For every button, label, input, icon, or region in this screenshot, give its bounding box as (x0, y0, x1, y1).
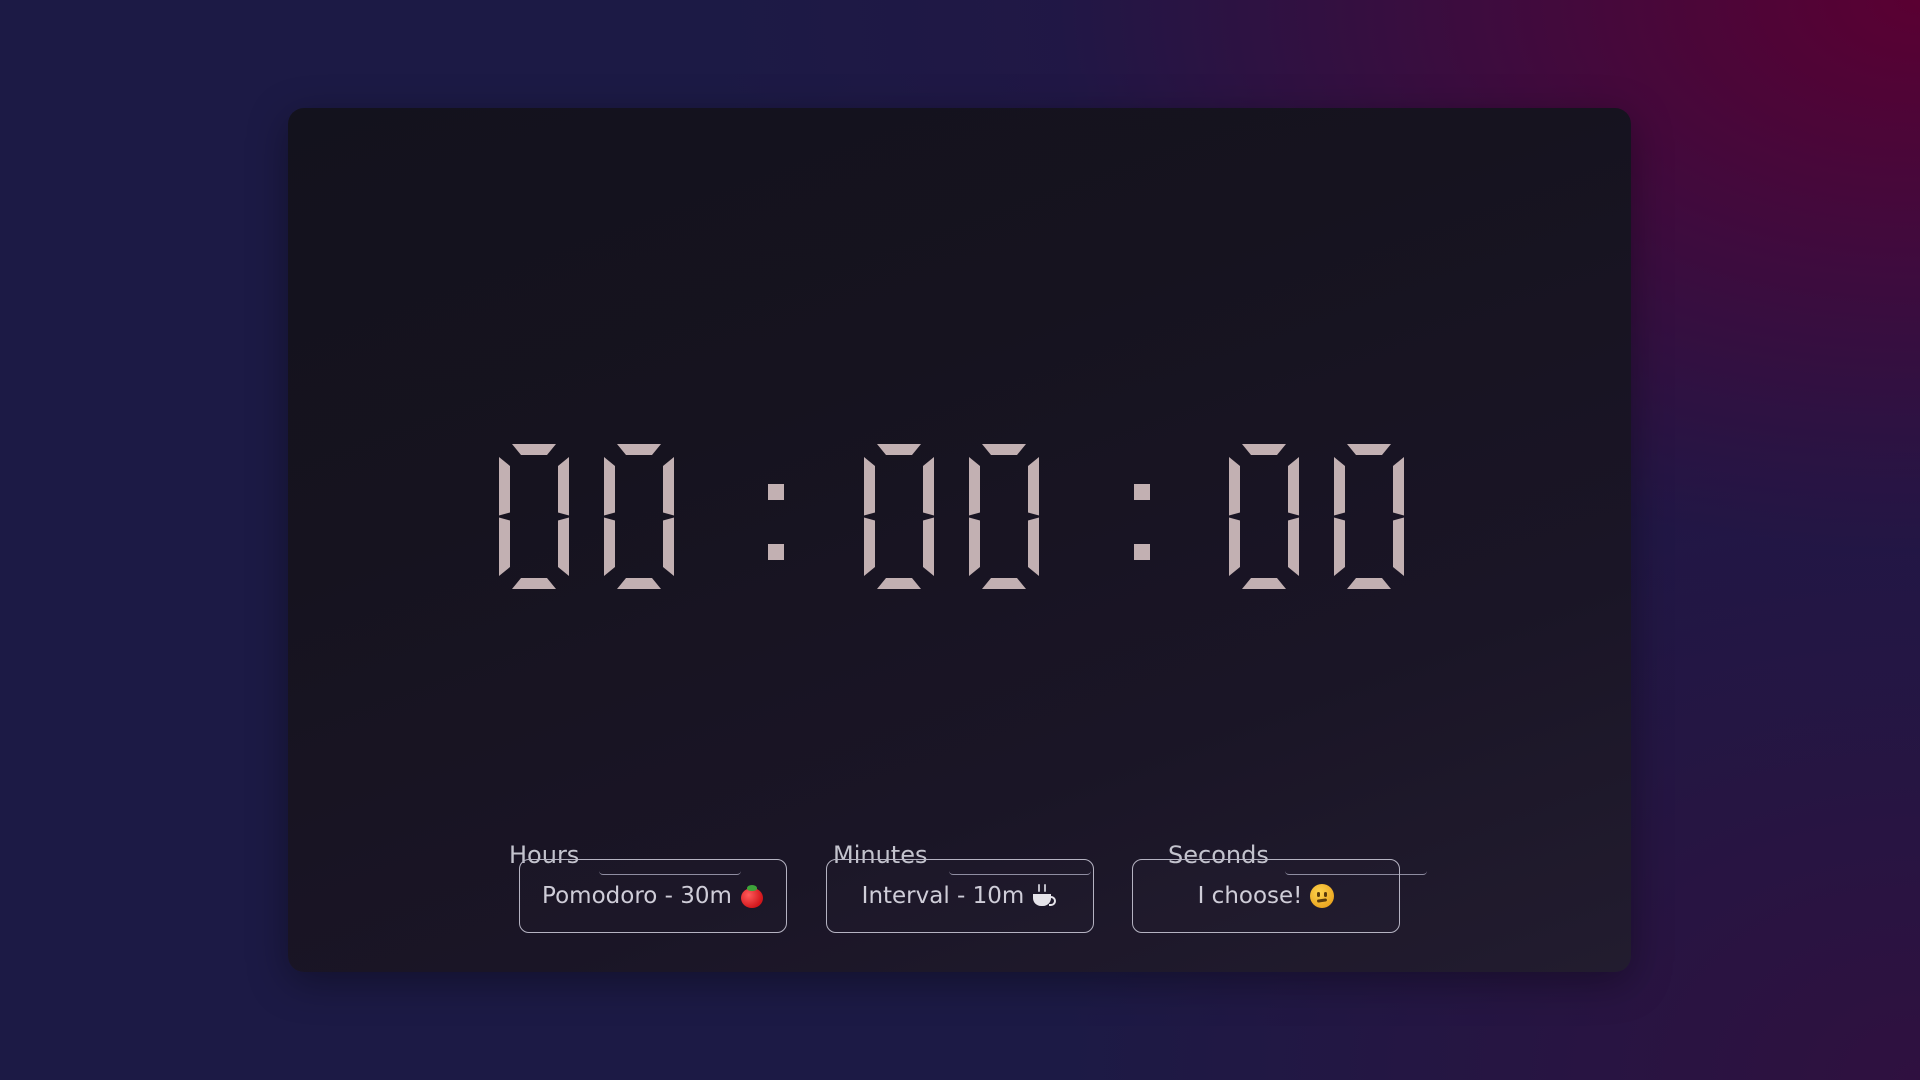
coffee-icon (1032, 884, 1058, 908)
digit-segment-f (604, 457, 615, 516)
clock-svg (499, 444, 1404, 589)
custom-choice-button-label: I choose! (1197, 883, 1303, 909)
digit-segment-a (1242, 444, 1286, 455)
digit-segment-b (1393, 457, 1404, 516)
digit-segment-e (969, 517, 980, 576)
digital-clock-display: 00 00 00 (288, 438, 1631, 598)
digit-segment-a (617, 444, 661, 455)
digit-segment-e (499, 517, 510, 576)
digit-segment-d (617, 578, 661, 589)
digit-segment-f (1334, 457, 1345, 516)
digit-segment-e (1334, 517, 1345, 576)
digit-segment-b (923, 457, 934, 516)
digit-segment-a (512, 444, 556, 455)
digit-segment-b (558, 457, 569, 516)
digit-segment-f (864, 457, 875, 516)
digit-segment-c (1028, 517, 1039, 576)
interval-button[interactable]: Interval - 10m (826, 859, 1094, 933)
digit-segment-f (1229, 457, 1240, 516)
colon-dot (768, 544, 784, 560)
digit-segment-c (1393, 517, 1404, 576)
digit-segment-e (1229, 517, 1240, 576)
colon-dot (1134, 484, 1150, 500)
timer-card: 00 00 00 Hours Minutes Seconds (288, 108, 1631, 972)
digit-segment-c (923, 517, 934, 576)
digit-segment-b (1028, 457, 1039, 516)
digit-segment-a (877, 444, 921, 455)
digit-segment-d (1242, 578, 1286, 589)
digit-segment-a (982, 444, 1026, 455)
interval-button-label: Interval - 10m (861, 883, 1025, 909)
digit-segment-f (969, 457, 980, 516)
pomodoro-button-label: Pomodoro - 30m (542, 883, 732, 909)
digit-segment-d (512, 578, 556, 589)
smirk-face-icon (1310, 884, 1335, 908)
digit-segment-e (604, 517, 615, 576)
digit-segment-b (1288, 457, 1299, 516)
pomodoro-button[interactable]: Pomodoro - 30m (519, 859, 787, 933)
digit-segment-b (663, 457, 674, 516)
colon-dot (768, 484, 784, 500)
digit-segment-c (558, 517, 569, 576)
digit-segment-e (864, 517, 875, 576)
colon-dot (1134, 544, 1150, 560)
custom-choice-button[interactable]: I choose! (1132, 859, 1400, 933)
digit-segment-d (877, 578, 921, 589)
digit-segment-c (1288, 517, 1299, 576)
digit-segment-d (1347, 578, 1391, 589)
tomato-icon (740, 884, 764, 908)
digit-segment-d (982, 578, 1026, 589)
digit-segment-c (663, 517, 674, 576)
digit-segment-f (499, 457, 510, 516)
digit-segment-a (1347, 444, 1391, 455)
